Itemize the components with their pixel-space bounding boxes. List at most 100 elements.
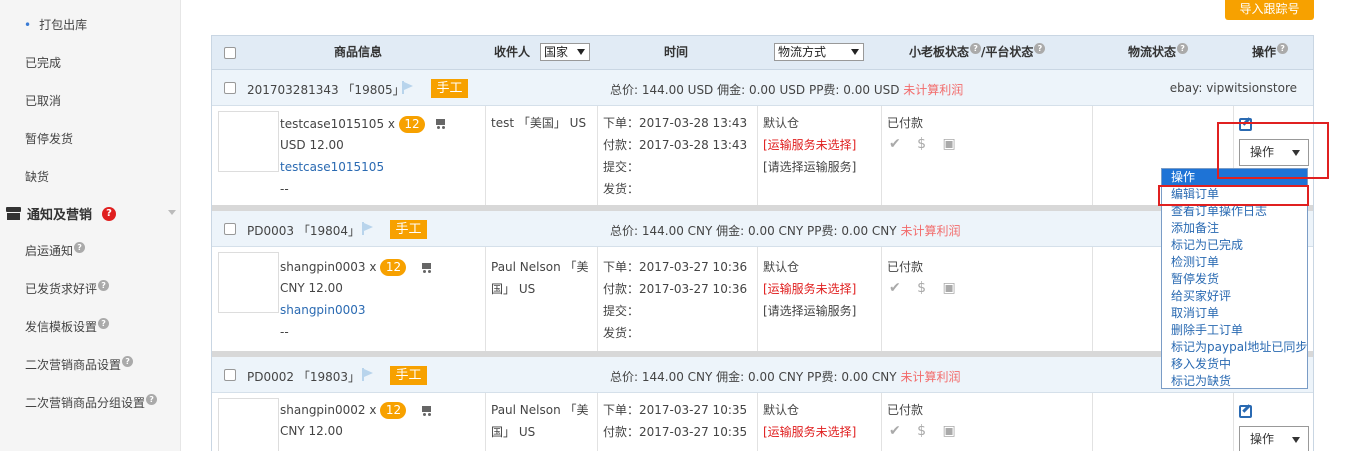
sidebar-item-shipping-notice[interactable]: 启运通知?	[25, 242, 86, 259]
menu-item-add-note[interactable]: 添加备注	[1162, 220, 1307, 237]
recipient-info: Paul Nelson 「美	[491, 260, 589, 274]
menu-item-actions[interactable]: 操作	[1162, 169, 1307, 186]
order-id: PD0003 「19804」	[247, 224, 361, 238]
order-id: PD0002 「19803」	[247, 370, 361, 384]
sidebar-item-remarketing-products[interactable]: 二次营销商品设置?	[25, 356, 134, 373]
help-icon[interactable]: ?	[98, 318, 110, 329]
cart-icon	[421, 406, 432, 416]
menu-item-move-to-shipping[interactable]: 移入发货中	[1162, 356, 1307, 373]
product-sku-line: testcase1015105 x 12	[280, 116, 425, 133]
order-total: 总价: 144.00 USD 佣金: 0.00 USD PP费: 0.00 US…	[610, 81, 963, 98]
import-tracking-button[interactable]: 导入跟踪号	[1225, 0, 1314, 20]
product-thumbnail[interactable]	[218, 252, 279, 313]
menu-item-delete-manual-order[interactable]: 删除手工订单	[1162, 322, 1307, 339]
col-recipient: 收件人	[494, 45, 531, 59]
orders-table: 商品信息 收件人 国家 时间 物流方式 小老板状态?/平台状态? 物流状态? 操…	[211, 35, 1314, 451]
menu-item-pause-shipping[interactable]: 暂停发货	[1162, 271, 1307, 288]
actions-select[interactable]: 操作	[1239, 426, 1309, 451]
sidebar-item-label: 启运通知	[25, 244, 74, 258]
choose-shipping-link[interactable]: [请选择运输服务]	[763, 300, 856, 322]
help-icon[interactable]: ?	[146, 394, 158, 405]
col-time: 时间	[664, 45, 689, 59]
product-sku: testcase1015105 x	[280, 117, 395, 131]
profit-note: 未计算利润	[900, 370, 961, 384]
product-thumbnail[interactable]	[218, 398, 279, 451]
col-actions: 操作?	[1252, 36, 1289, 69]
sidebar-item-label: 二次营销商品分组设置	[25, 396, 146, 410]
submit-time: 提交：	[603, 304, 640, 318]
manual-tag: 手工	[431, 79, 468, 98]
order-time: 下单：2017-03-28 13:43	[603, 116, 748, 130]
shipping-unset[interactable]: [运输服务未选择]	[763, 134, 856, 156]
help-icon[interactable]: ?	[1034, 43, 1046, 54]
product-price: CNY 12.00	[280, 424, 343, 438]
help-icon[interactable]: ?	[1277, 43, 1289, 54]
order-row: shangpin0002 x 12 CNY 12.00 Paul Nelson 「…	[212, 393, 1313, 451]
sidebar-item-request-review[interactable]: 已发货求好评?	[25, 280, 110, 297]
collapse-caret-icon[interactable]	[168, 210, 176, 215]
menu-item-mark-out-of-stock[interactable]: 标记为缺货	[1162, 373, 1307, 390]
status-icons: ✔ $ ▣	[889, 423, 962, 439]
help-icon[interactable]: ?	[102, 206, 117, 221]
order-row: testcase1015105 x 12 USD 12.00 testcase10…	[212, 106, 1313, 205]
menu-item-edit-order[interactable]: 编辑订单	[1162, 186, 1307, 203]
menu-item-view-log[interactable]: 查看订单操作日志	[1162, 203, 1307, 220]
product-sku-link[interactable]: shangpin0003	[280, 303, 366, 317]
order-total-text: 总价: 144.00 CNY 佣金: 0.00 CNY PP费: 0.00 CN…	[610, 224, 897, 238]
sidebar-group-notify-marketing[interactable]: 通知及营销 ?	[6, 204, 117, 223]
sidebar: 打包出库 已完成 已取消 暂停发货 缺货 通知及营销 ? 启运通知? 已发货求好…	[0, 0, 181, 451]
menu-item-cancel-order[interactable]: 取消订单	[1162, 305, 1307, 322]
help-icon[interactable]: ?	[1177, 43, 1189, 54]
col-logistics-label: 物流状态	[1128, 45, 1177, 59]
sidebar-item-template-settings[interactable]: 发信模板设置?	[25, 318, 110, 335]
help-icon[interactable]: ?	[970, 43, 982, 54]
product-sku: shangpin0002 x	[280, 403, 377, 417]
flag-icon[interactable]	[362, 222, 374, 235]
menu-item-check-order[interactable]: 检测订单	[1162, 254, 1307, 271]
select-all-checkbox[interactable]	[224, 36, 236, 69]
choose-shipping-link[interactable]: [请选择运输服务]	[763, 156, 856, 178]
edit-icon[interactable]	[1239, 118, 1252, 131]
sidebar-item-cancelled[interactable]: 已取消	[25, 92, 61, 109]
sidebar-item-paused[interactable]: 暂停发货	[25, 130, 73, 147]
shipping-unset[interactable]: [运输服务未选择]	[763, 278, 856, 300]
menu-item-buyer-review[interactable]: 给买家好评	[1162, 288, 1307, 305]
shipping-unset[interactable]: [运输服务未选择]	[763, 421, 856, 443]
order-header: PD0002 「19803」 手工 总价: 144.00 CNY 佣金: 0.0…	[212, 357, 1313, 393]
status-icons: ✔ $ ▣	[889, 136, 962, 152]
pay-time: 付款：2017-03-28 13:43	[603, 138, 748, 152]
sidebar-item-pack-out[interactable]: 打包出库	[24, 16, 87, 33]
cart-icon	[435, 119, 446, 129]
country-select[interactable]: 国家	[540, 43, 590, 61]
actions-select[interactable]: 操作	[1239, 139, 1309, 166]
order-total: 总价: 144.00 CNY 佣金: 0.00 CNY PP费: 0.00 CN…	[610, 222, 960, 239]
pay-time: 付款：2017-03-27 10:35	[603, 425, 748, 439]
order-checkbox[interactable]	[224, 82, 236, 94]
order-checkbox[interactable]	[224, 223, 236, 235]
help-icon[interactable]: ?	[74, 242, 86, 253]
help-icon[interactable]: ?	[122, 356, 134, 367]
shipping-method-select[interactable]: 物流方式	[774, 43, 864, 61]
manual-tag: 手工	[390, 366, 427, 385]
recipient-info-cont: 国」 US	[491, 425, 536, 439]
product-thumbnail[interactable]	[218, 111, 279, 172]
warehouse: 默认仓	[763, 403, 800, 417]
actions-select-value: 操作	[1250, 432, 1275, 446]
edit-icon[interactable]	[1239, 405, 1252, 418]
chevron-down-icon	[577, 49, 585, 55]
pay-status: 已付款	[887, 403, 924, 417]
menu-item-mark-complete[interactable]: 标记为已完成	[1162, 237, 1307, 254]
order-checkbox[interactable]	[224, 369, 236, 381]
order-row: shangpin0003 x 12 CNY 12.00 shangpin0003 …	[212, 247, 1313, 351]
flag-icon[interactable]	[402, 81, 414, 94]
product-sku-link[interactable]: testcase1015105	[280, 160, 384, 174]
help-icon[interactable]: ?	[98, 280, 110, 291]
menu-item-paypal-synced[interactable]: 标记为paypal地址已同步	[1162, 339, 1307, 356]
product-sku-line: shangpin0003 x 12	[280, 259, 407, 276]
sidebar-item-out-of-stock[interactable]: 缺货	[25, 168, 49, 185]
sidebar-item-remarketing-groups[interactable]: 二次营销商品分组设置?	[25, 394, 158, 411]
product-dash: --	[280, 182, 289, 196]
status-icons: ✔ $ ▣	[889, 280, 962, 296]
flag-icon[interactable]	[362, 368, 374, 381]
sidebar-item-completed[interactable]: 已完成	[25, 54, 61, 71]
